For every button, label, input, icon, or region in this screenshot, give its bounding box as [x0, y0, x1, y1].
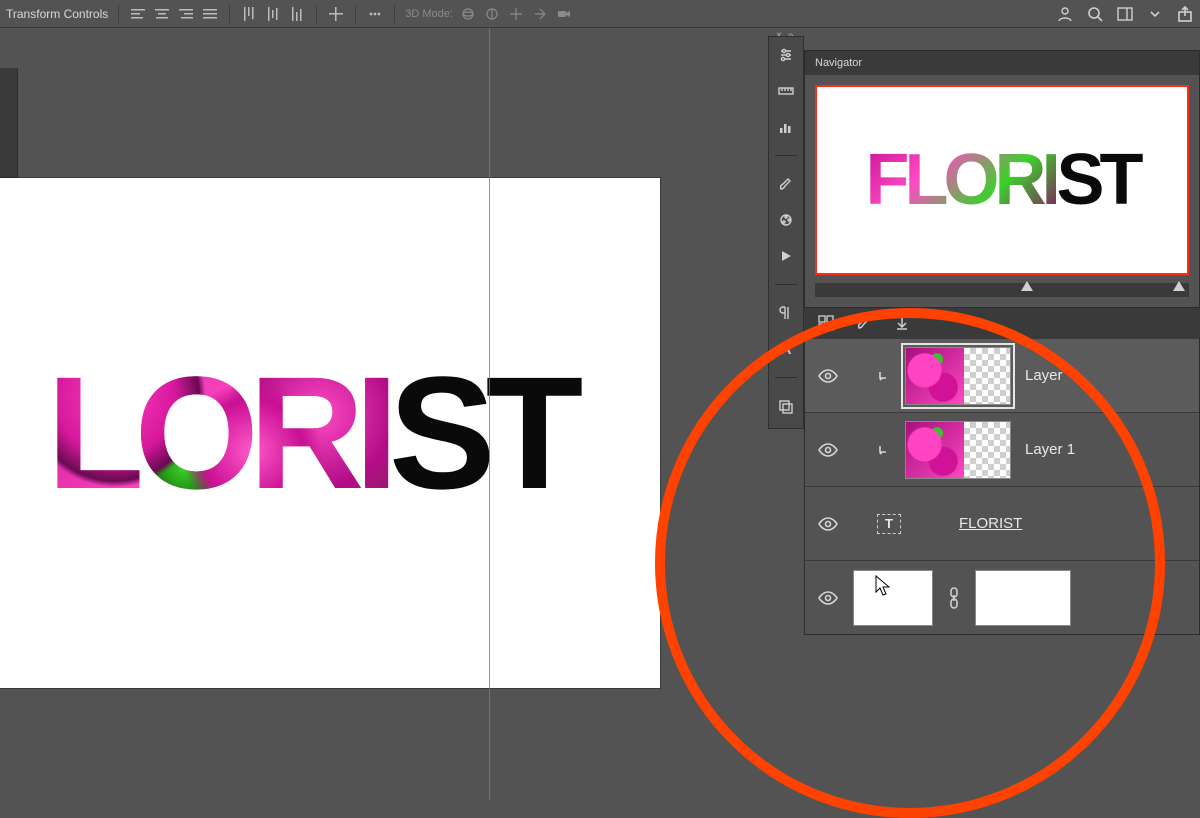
align-justified-icon[interactable]: [201, 5, 219, 23]
vertical-guide[interactable]: [489, 28, 490, 800]
divider: [229, 5, 230, 23]
3d-orbit-icon[interactable]: [459, 5, 477, 23]
share-icon[interactable]: [1176, 5, 1194, 23]
character-icon[interactable]: [776, 339, 796, 359]
layer-thumbnail[interactable]: [853, 570, 933, 626]
nav-black: ST: [1056, 140, 1138, 220]
3d-roll-icon[interactable]: [483, 5, 501, 23]
panel-tab-strip: × »: [768, 28, 1200, 42]
profile-icon[interactable]: [1056, 5, 1074, 23]
more-icon[interactable]: [366, 5, 384, 23]
layer-row[interactable]: Layer: [805, 338, 1199, 412]
align-bottom-icon[interactable]: [288, 5, 306, 23]
3d-mode-label: 3D Mode:: [405, 8, 453, 20]
divider: [394, 5, 395, 23]
layer-name-label[interactable]: Layer: [1025, 367, 1063, 384]
visibility-toggle-icon[interactable]: [817, 587, 839, 609]
navigator-zoom-slider[interactable]: [815, 283, 1189, 297]
3d-slide-icon[interactable]: [531, 5, 549, 23]
align-h-center-icon[interactable]: [153, 5, 171, 23]
midi-toolbar: [804, 308, 1200, 338]
clipping-mask-icon: [877, 443, 891, 457]
adjustments-icon[interactable]: [776, 45, 796, 65]
art-text-filled: LORI: [47, 343, 389, 522]
layer-row[interactable]: [805, 560, 1199, 634]
layer-name-label[interactable]: Layer 1: [1025, 441, 1075, 458]
brush-preset-icon[interactable]: [854, 313, 874, 333]
navigator-panel: Navigator FLORIST: [804, 50, 1200, 308]
divider: [118, 5, 119, 23]
link-icon[interactable]: [947, 587, 961, 609]
layer-row[interactable]: Layer 1: [805, 412, 1199, 486]
show-transform-controls-label: Transform Controls: [6, 7, 108, 21]
layers-icon[interactable]: [776, 396, 796, 416]
swatches-icon[interactable]: [776, 210, 796, 230]
distribute-icon[interactable]: [327, 5, 345, 23]
collapsed-panel-flyout: [768, 36, 804, 429]
align-v-center-icon[interactable]: [264, 5, 282, 23]
actions-icon[interactable]: [776, 246, 796, 266]
navigator-body: FLORIST: [805, 75, 1199, 307]
artwork-text: LORIST: [47, 353, 574, 513]
3d-camera-icon[interactable]: [555, 5, 573, 23]
layers-panel: Layer Layer 1 T FLORIST: [804, 338, 1200, 635]
chevron-down-icon[interactable]: [1146, 5, 1164, 23]
visibility-toggle-icon[interactable]: [817, 365, 839, 387]
ruler-icon[interactable]: [776, 81, 796, 101]
document-canvas[interactable]: LORIST: [0, 178, 660, 688]
navigator-tab-label: Navigator: [815, 57, 862, 69]
workspace: LORIST × » Navigator: [0, 28, 1200, 800]
zoom-slider-max: [1173, 281, 1185, 291]
histogram-icon[interactable]: [776, 117, 796, 137]
text-layer-icon: T: [877, 514, 901, 534]
layer-mask-thumbnail[interactable]: [975, 570, 1071, 626]
search-icon[interactable]: [1086, 5, 1104, 23]
visibility-toggle-icon[interactable]: [817, 439, 839, 461]
align-right-icon[interactable]: [177, 5, 195, 23]
align-top-icon[interactable]: [240, 5, 258, 23]
paragraph-icon[interactable]: [776, 303, 796, 323]
align-left-icon[interactable]: [129, 5, 147, 23]
brush-icon[interactable]: [776, 174, 796, 194]
nav-fill: FLORI: [866, 140, 1057, 220]
layer-name-label[interactable]: FLORIST: [959, 515, 1022, 532]
divider: [355, 5, 356, 23]
swatch-icon[interactable]: [816, 313, 836, 333]
layer-thumbnail[interactable]: [905, 421, 1011, 479]
options-bar-right: [1056, 5, 1194, 23]
canvas-scroll-area[interactable]: LORIST: [20, 28, 768, 800]
options-bar: Transform Controls 3D Mode:: [0, 0, 1200, 28]
workspace-icon[interactable]: [1116, 5, 1134, 23]
navigator-preview-text: FLORIST: [866, 139, 1139, 221]
visibility-toggle-icon[interactable]: [817, 513, 839, 535]
download-icon[interactable]: [892, 313, 912, 333]
panel-stack: Navigator FLORIST: [804, 50, 1200, 635]
navigator-tab[interactable]: Navigator: [805, 51, 1199, 75]
navigator-preview[interactable]: FLORIST: [815, 85, 1189, 275]
divider: [316, 5, 317, 23]
panel-dock: × » Navigator FLORI: [768, 28, 1200, 800]
layer-thumbnail[interactable]: [905, 347, 1011, 405]
clipping-mask-icon: [877, 369, 891, 383]
3d-pan-icon[interactable]: [507, 5, 525, 23]
zoom-slider-knob[interactable]: [1021, 281, 1033, 291]
layer-row[interactable]: T FLORIST: [805, 486, 1199, 560]
art-text-black: ST: [389, 343, 573, 522]
